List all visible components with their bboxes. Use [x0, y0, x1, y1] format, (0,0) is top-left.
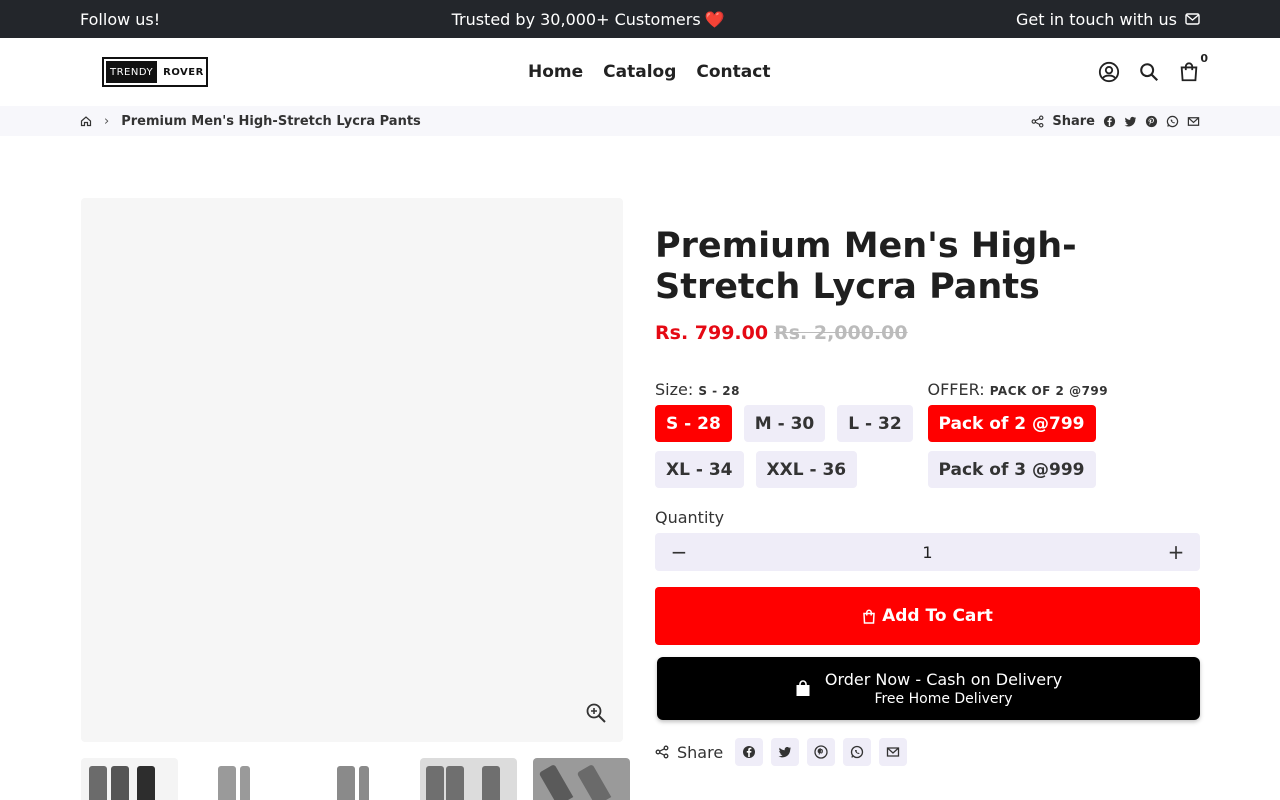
shopping-bag-icon: [863, 609, 875, 624]
facebook-icon[interactable]: [1103, 115, 1116, 128]
product-title: Premium Men's High-Stretch Lycra Pants: [655, 226, 1077, 307]
size-chip-m-30[interactable]: M - 30: [743, 405, 826, 442]
trust-text: Trusted by 30,000+ Customers: [451, 9, 701, 29]
size-selected-value: S - 28: [698, 384, 741, 398]
size-chip-l-32[interactable]: L - 32: [837, 405, 913, 442]
logo-part-2: ROVER: [163, 66, 204, 78]
thumbnail[interactable]: [194, 758, 291, 800]
nav-contact[interactable]: Contact: [696, 62, 770, 82]
order-now-line1: Order Now - Cash on Delivery: [824, 670, 1063, 689]
quantity-decrease-button[interactable]: −: [669, 540, 689, 564]
offer-option-group: OFFER: PACK OF 2 @799 Pack of 2 @799 Pac…: [927, 380, 1201, 488]
size-chips: S - 28 M - 30 L - 32 XL - 34 XXL - 36: [655, 405, 928, 488]
follow-us-link[interactable]: Follow us!: [80, 10, 160, 29]
share-facebook-button[interactable]: [735, 738, 764, 766]
compare-price: Rs. 2,000.00: [774, 322, 908, 344]
thumbnail[interactable]: [533, 758, 630, 800]
pinterest-icon[interactable]: [1145, 115, 1158, 128]
thumbnail[interactable]: [81, 758, 178, 800]
offer-chip-pack-2[interactable]: Pack of 2 @799: [927, 405, 1096, 442]
share-whatsapp-button[interactable]: [843, 738, 872, 766]
size-label-text: Size:: [655, 380, 694, 399]
chevron-right-icon: ›: [104, 113, 110, 129]
quantity-label: Quantity: [655, 508, 725, 527]
cart-count-badge: 0: [1200, 52, 1208, 65]
announcement-bar: Follow us! Trusted by 30,000+ Customers …: [0, 0, 1280, 38]
search-icon[interactable]: [1138, 61, 1160, 83]
trust-message: Trusted by 30,000+ Customers ❤️: [452, 10, 725, 29]
breadcrumb-share-label: Share: [1052, 113, 1095, 129]
offer-chip-pack-3[interactable]: Pack of 3 @999: [927, 451, 1096, 488]
share-icon: [1031, 115, 1044, 127]
home-icon[interactable]: [80, 115, 92, 127]
offer-selected-value: PACK OF 2 @799: [989, 384, 1109, 398]
offer-label-text: OFFER:: [927, 380, 985, 399]
breadcrumb: › Premium Men's High-Stretch Lycra Pants: [80, 114, 421, 129]
size-label: Size: S - 28: [655, 380, 928, 399]
variant-options: Size: S - 28 S - 28 M - 30 L - 32 XL - 3…: [655, 380, 1200, 488]
share-email-button[interactable]: [879, 738, 908, 766]
order-now-cod-button[interactable]: Order Now - Cash on Delivery Free Home D…: [657, 657, 1200, 720]
account-icon[interactable]: [1098, 61, 1120, 83]
product-share: Share: [655, 738, 1200, 766]
breadcrumb-current: Premium Men's High-Stretch Lycra Pants: [121, 113, 421, 129]
quantity-stepper: − 1 +: [655, 533, 1200, 571]
offer-label: OFFER: PACK OF 2 @799: [928, 380, 1201, 399]
zoom-in-icon[interactable]: [585, 702, 607, 724]
contact-link[interactable]: Get in touch with us: [1016, 10, 1200, 29]
cart-icon: [1180, 62, 1198, 82]
whatsapp-icon: [851, 745, 864, 759]
site-header: TRENDY ROVER Home Catalog Contact 0: [0, 38, 1280, 106]
add-to-cart-label: Add To Cart: [882, 606, 993, 626]
heart-icon: ❤️: [704, 9, 725, 29]
twitter-icon[interactable]: [1124, 115, 1137, 128]
price-block: Rs. 799.00 Rs. 2,000.00: [655, 322, 1200, 344]
size-chip-s-28[interactable]: S - 28: [655, 405, 732, 442]
header-icons: 0: [1098, 52, 1208, 83]
product-details: Premium Men's High-Stretch Lycra Pants R…: [655, 226, 1200, 766]
contact-text: Get in touch with us: [1015, 9, 1177, 29]
size-chip-xxl-36[interactable]: XXL - 36: [755, 451, 858, 488]
share-label: Share: [677, 742, 724, 762]
bag-icon: [796, 680, 810, 696]
logo-part-1: TRENDY: [106, 61, 158, 83]
share-twitter-button[interactable]: [771, 738, 800, 766]
breadcrumb-bar: › Premium Men's High-Stretch Lycra Pants…: [0, 106, 1280, 136]
order-now-line2: Free Home Delivery: [874, 691, 1013, 707]
add-to-cart-button[interactable]: Add To Cart: [655, 587, 1200, 645]
facebook-icon: [743, 746, 756, 758]
thumbnail-strip: [81, 758, 630, 800]
twitter-icon: [778, 747, 792, 758]
thumbnail[interactable]: [307, 758, 404, 800]
offer-chips: Pack of 2 @799 Pack of 3 @999: [927, 405, 1201, 488]
pinterest-icon: [814, 745, 828, 759]
mail-icon: [1185, 13, 1200, 25]
share-icon: [655, 745, 669, 759]
breadcrumb-share: Share: [1031, 114, 1200, 129]
nav-home[interactable]: Home: [528, 62, 583, 82]
size-option-group: Size: S - 28 S - 28 M - 30 L - 32 XL - 3…: [655, 380, 928, 488]
main-nav: Home Catalog Contact: [528, 62, 770, 82]
email-icon: [887, 747, 900, 757]
product-image[interactable]: [81, 198, 623, 742]
share-pinterest-button[interactable]: [807, 738, 836, 766]
thumbnail[interactable]: [420, 758, 517, 800]
nav-catalog[interactable]: Catalog: [603, 62, 676, 82]
whatsapp-icon[interactable]: [1166, 115, 1179, 128]
size-chip-xl-34[interactable]: XL - 34: [655, 451, 744, 488]
sale-price: Rs. 799.00: [655, 322, 769, 344]
cart-button[interactable]: 0: [1178, 52, 1208, 83]
email-icon[interactable]: [1187, 115, 1200, 128]
quantity-value[interactable]: 1: [922, 543, 932, 562]
site-logo[interactable]: TRENDY ROVER: [102, 57, 208, 87]
product-section: Premium Men's High-Stretch Lycra Pants R…: [0, 136, 1280, 800]
order-now-text: Order Now - Cash on Delivery Free Home D…: [825, 670, 1062, 707]
quantity-increase-button[interactable]: +: [1166, 540, 1186, 564]
